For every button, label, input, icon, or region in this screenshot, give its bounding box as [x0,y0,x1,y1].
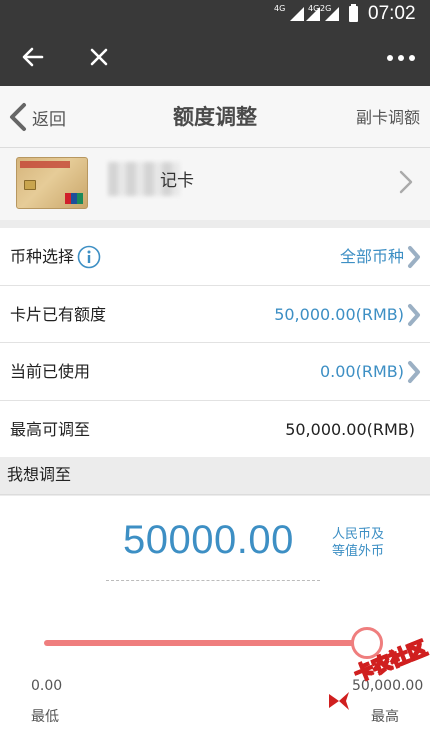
chevron-right-icon [408,246,420,268]
max-adjustable-value: 50,000.00(RMB) [285,419,415,439]
current-limit-row[interactable]: 卡片已有额度 50,000.00(RMB) [0,285,430,343]
limit-slider-track[interactable] [44,640,367,646]
max-adjustable-row: 最高可调至 50,000.00(RMB) [0,400,430,458]
amount-underline [106,580,320,581]
signal-icon [306,7,320,21]
battery-icon [349,4,358,22]
card-name-suffix: 记卡 [160,171,194,191]
browser-toolbar [0,28,430,86]
currency-note: 人民币及 等值外币 [332,527,385,559]
chevron-right-icon [408,361,420,383]
current-limit-value: 50,000.00(RMB) [274,304,404,324]
amount-value[interactable]: 50000.00 [123,518,294,563]
more-icon[interactable] [386,54,416,62]
used-amount-row[interactable]: 当前已使用 0.00(RMB) [0,343,430,401]
chevron-right-icon [399,170,413,194]
currency-select-label: 币种选择 [10,247,75,266]
used-amount-value: 0.00(RMB) [319,362,404,381]
supplementary-card-link[interactable]: 副卡调额 [356,104,420,128]
max-adjustable-label: 最高可调至 [10,419,91,439]
watermark: 卡农社区 [326,637,430,722]
card-name: 记卡 [108,160,208,196]
slider-min-value: 0.00 [31,678,63,694]
back-button[interactable]: 返回 [8,102,66,132]
page-header: 返回 额度调整 副卡调额 [0,86,430,148]
clock: 07:02 [368,3,416,24]
card-selector[interactable]: 记卡 [0,148,430,220]
used-amount-label: 当前已使用 [10,362,91,381]
card-chip [24,180,36,190]
chevron-left-icon [10,103,26,131]
arrow-left-icon[interactable] [20,44,46,70]
info-icon[interactable] [77,245,101,269]
chevron-right-icon [408,303,420,326]
bank-logo-strip [20,161,70,168]
current-limit-label: 卡片已有额度 [10,304,107,324]
back-label: 返回 [32,109,66,130]
watermark-logo-icon [329,692,349,710]
status-bar: 4G 4G 2G 07:02 [0,0,430,28]
slider-min-label: 最低 [31,709,59,725]
section-title: 我想调至 [0,457,430,495]
currency-select-row[interactable]: 币种选择 全部币种 [0,228,430,286]
currency-select-value: 全部币种 [339,247,404,266]
signal-icon [290,7,304,21]
network-type-1: 4G [274,4,286,13]
close-icon[interactable] [86,44,112,70]
card-image [16,157,88,209]
unionpay-logo [65,193,83,204]
signal-icon [325,7,339,21]
limit-info-list: 币种选择 全部币种 卡片已有额度 50,000.00(RMB) 当前已使用 0.… [0,228,430,458]
